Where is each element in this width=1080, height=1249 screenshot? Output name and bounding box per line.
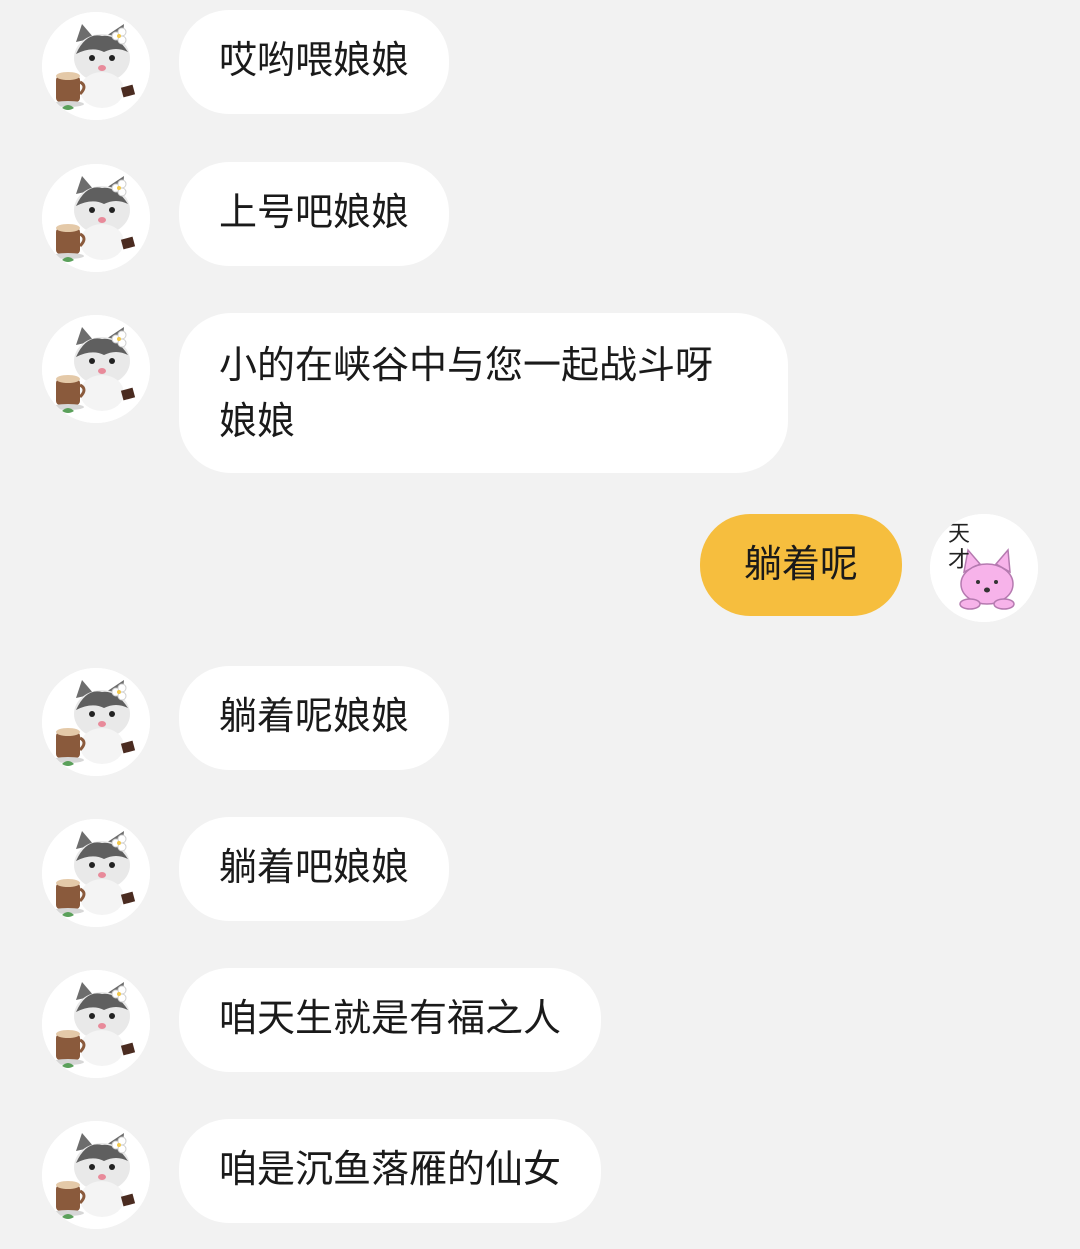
message-text: 躺着呢娘娘 <box>219 694 410 738</box>
incoming-message-bubble[interactable]: 上号吧娘娘 <box>179 162 450 266</box>
message-text: 小的在峡谷中与您一起战斗呀娘娘 <box>219 343 714 443</box>
message-row: 咱是沉鱼落雁的仙女 <box>0 1119 1080 1229</box>
cat-with-coffee-avatar-icon[interactable] <box>42 315 150 423</box>
pink-cat-avatar-icon[interactable]: 天 才 <box>930 514 1038 622</box>
message-text: 躺着吧娘娘 <box>219 845 410 889</box>
incoming-message-bubble[interactable]: 小的在峡谷中与您一起战斗呀娘娘 <box>179 313 788 473</box>
message-row: 咱天生就是有福之人 <box>0 968 1080 1078</box>
cat-with-coffee-avatar-icon[interactable] <box>42 1121 150 1229</box>
message-row: 上号吧娘娘 <box>0 162 1080 272</box>
incoming-message-bubble[interactable]: 躺着呢娘娘 <box>179 666 450 770</box>
message-row: 小的在峡谷中与您一起战斗呀娘娘 <box>0 313 1080 473</box>
message-row: 躺着呢娘娘 <box>0 666 1080 776</box>
message-text: 哎哟喂娘娘 <box>219 38 410 82</box>
outgoing-message-bubble[interactable]: 躺着呢 <box>700 514 902 616</box>
cat-with-coffee-avatar-icon[interactable] <box>42 668 150 776</box>
incoming-message-bubble[interactable]: 哎哟喂娘娘 <box>179 10 450 114</box>
message-text: 咱是沉鱼落雁的仙女 <box>219 1147 562 1191</box>
cat-with-coffee-avatar-icon[interactable] <box>42 970 150 1078</box>
message-row: 哎哟喂娘娘 <box>0 10 1080 120</box>
incoming-message-bubble[interactable]: 咱是沉鱼落雁的仙女 <box>179 1119 602 1223</box>
incoming-message-bubble[interactable]: 躺着吧娘娘 <box>179 817 450 921</box>
message-text: 上号吧娘娘 <box>219 190 410 234</box>
message-text: 躺着呢 <box>743 542 858 586</box>
cat-with-coffee-avatar-icon[interactable] <box>42 12 150 120</box>
message-text: 咱天生就是有福之人 <box>219 996 562 1040</box>
incoming-message-bubble[interactable]: 咱天生就是有福之人 <box>179 968 602 1072</box>
chat-thread: 哎哟喂娘娘 上号吧娘娘 小的在峡谷中与您一起战斗呀娘娘 躺着呢 天 才 躺着呢娘… <box>0 0 1080 1249</box>
cat-with-coffee-avatar-icon[interactable] <box>42 819 150 927</box>
cat-with-coffee-avatar-icon[interactable] <box>42 164 150 272</box>
message-row: 躺着呢 天 才 <box>0 514 1080 622</box>
message-row: 躺着吧娘娘 <box>0 817 1080 927</box>
avatar-caption: 天 才 <box>948 522 989 573</box>
